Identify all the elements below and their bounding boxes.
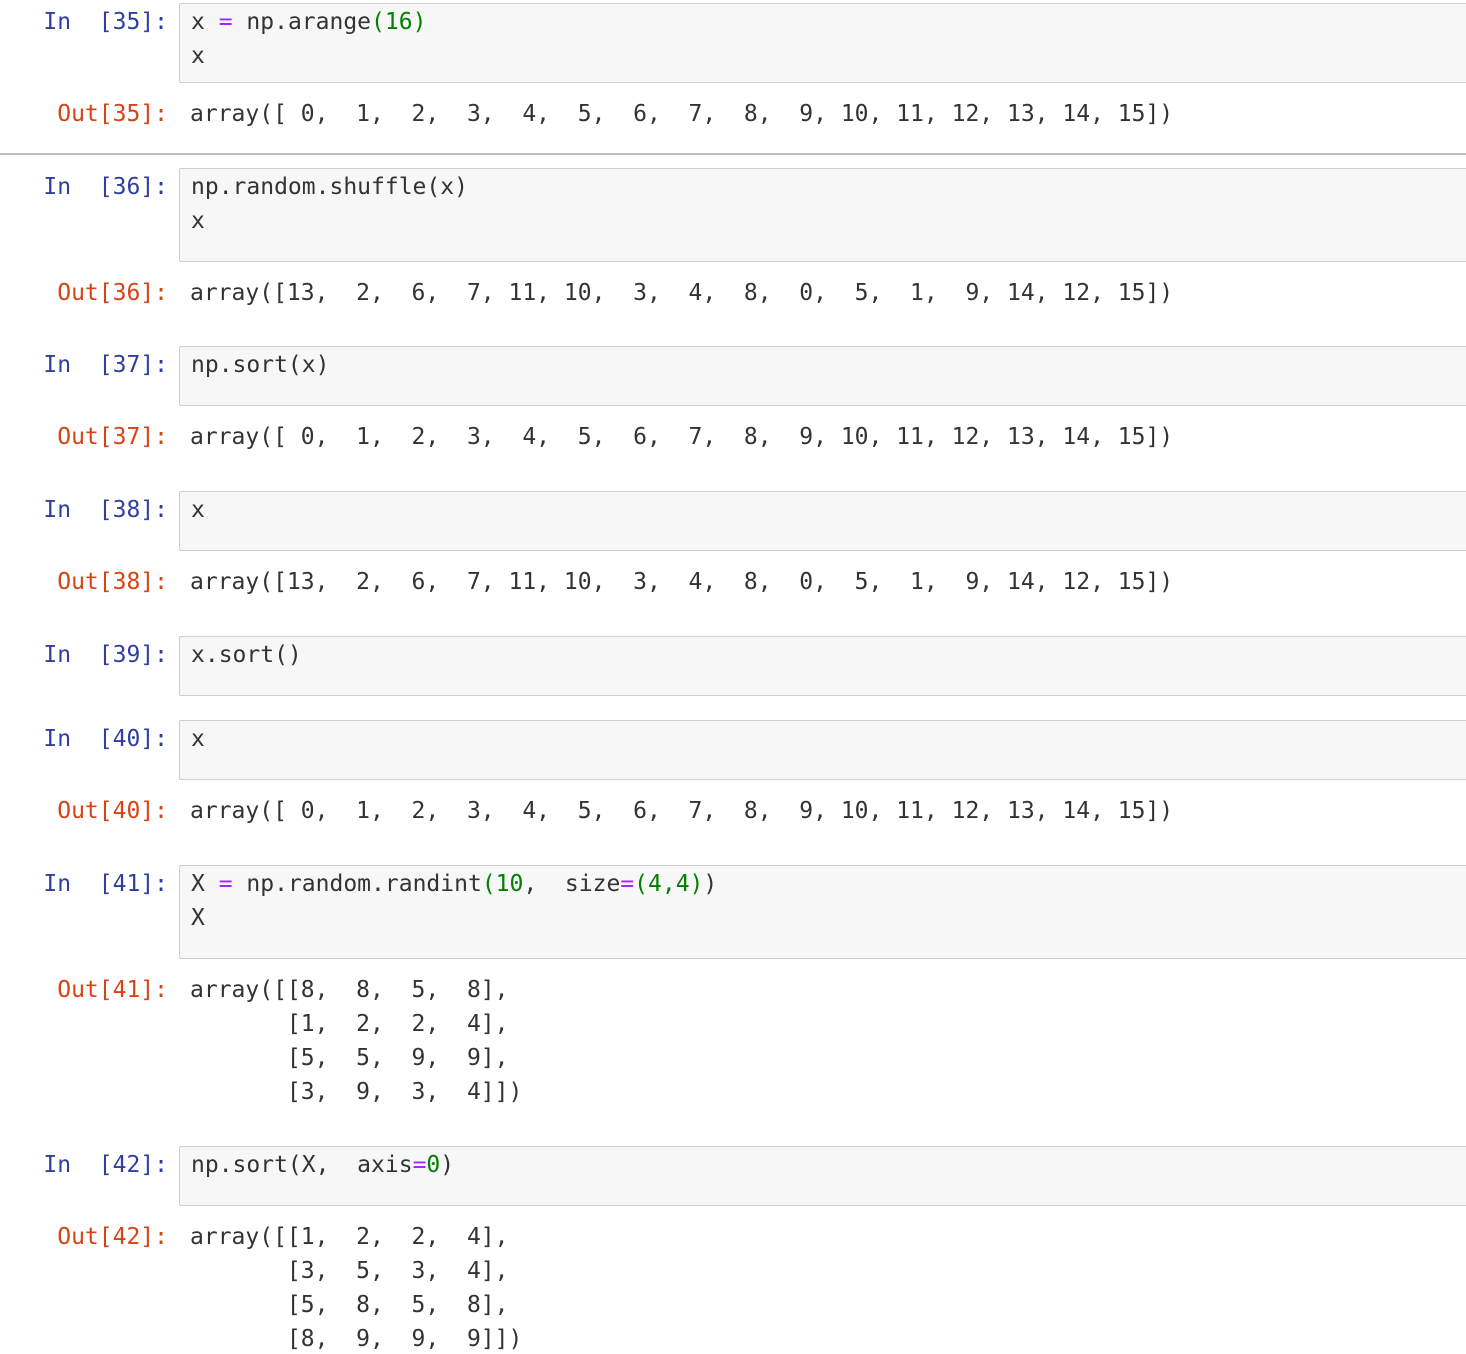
cell-output: array([ 0, 1, 2, 3, 4, 5, 6, 7, 8, 9, 10… (190, 424, 1174, 450)
in-prompt: In [38]: (43, 497, 168, 523)
code-input-area[interactable] (179, 346, 1466, 406)
code-input-area[interactable] (179, 720, 1466, 780)
code-text[interactable]: X = np.random.randint(10, size=(4,4)) X (191, 867, 717, 935)
code-token: x (191, 726, 205, 752)
out-prompt: Out[38]: (57, 569, 168, 595)
code-token: x (191, 497, 205, 523)
code-token: np.random.randint (232, 871, 482, 897)
in-prompt: In [42]: (43, 1152, 168, 1178)
cell-output: array([[8, 8, 5, 8], [1, 2, 2, 4], [5, 5… (190, 977, 523, 1105)
out-prompt: Out[35]: (57, 101, 168, 127)
out-prompt: Out[40]: (57, 798, 168, 824)
code-token: x (191, 208, 205, 234)
in-prompt: In [36]: (43, 174, 168, 200)
code-token: ) (703, 871, 718, 897)
out-prompt: Out[36]: (57, 280, 168, 306)
code-text[interactable]: np.random.shuffle(x) x (191, 170, 468, 238)
in-prompt: In [41]: (43, 871, 168, 897)
code-text[interactable]: x (191, 722, 205, 756)
code-line: x = np.arange(16) (191, 5, 426, 39)
code-token: np.sort(X, axis (191, 1152, 413, 1178)
out-prompt: Out[42]: (57, 1224, 168, 1250)
cell-divider (0, 153, 1466, 155)
code-literal: (16) (371, 9, 427, 35)
code-token: np.random.shuffle(x) (191, 174, 468, 200)
cell-output: array([ 0, 1, 2, 3, 4, 5, 6, 7, 8, 9, 10… (190, 798, 1174, 824)
cell-output: array([13, 2, 6, 7, 11, 10, 3, 4, 8, 0, … (190, 280, 1174, 306)
in-prompt: In [35]: (43, 9, 168, 35)
code-token: np.sort(x) (191, 352, 330, 378)
code-token: np.arange (232, 9, 372, 35)
in-prompt: In [40]: (43, 726, 168, 752)
code-operator: = (218, 871, 233, 897)
code-line: np.sort(x) (191, 348, 329, 382)
code-token: X (191, 871, 219, 897)
out-prompt: Out[37]: (57, 424, 168, 450)
code-text[interactable]: np.sort(x) (191, 348, 329, 382)
in-prompt: In [37]: (43, 352, 168, 378)
code-line: x (191, 204, 468, 238)
code-token: ) (440, 1152, 455, 1178)
code-line: np.sort(X, axis=0) (191, 1148, 454, 1182)
code-literal: (10 (481, 871, 524, 897)
cell-output: array([13, 2, 6, 7, 11, 10, 3, 4, 8, 0, … (190, 569, 1174, 595)
code-text[interactable]: np.sort(X, axis=0) (191, 1148, 454, 1182)
code-literal: 0 (426, 1152, 441, 1178)
code-line: np.random.shuffle(x) (191, 170, 468, 204)
code-text[interactable]: x (191, 493, 205, 527)
code-token: , size (523, 871, 621, 897)
code-operator: = (412, 1152, 427, 1178)
code-token: x.sort() (191, 642, 302, 668)
code-text[interactable]: x.sort() (191, 638, 302, 672)
code-line: x (191, 39, 426, 73)
code-literal: (4,4) (634, 871, 704, 897)
cell-output: array([ 0, 1, 2, 3, 4, 5, 6, 7, 8, 9, 10… (190, 101, 1174, 127)
code-line: x.sort() (191, 638, 302, 672)
code-text[interactable]: x = np.arange(16) x (191, 5, 426, 73)
code-operator: = (218, 9, 233, 35)
code-input-area[interactable] (179, 636, 1466, 696)
code-line: X = np.random.randint(10, size=(4,4)) (191, 867, 717, 901)
code-line: x (191, 722, 205, 756)
in-prompt: In [39]: (43, 642, 168, 668)
code-input-area[interactable] (179, 491, 1466, 551)
code-token: x (191, 9, 219, 35)
code-token: X (191, 905, 205, 931)
cell-output: array([[1, 2, 2, 4], [3, 5, 3, 4], [5, 8… (190, 1224, 523, 1352)
code-line: x (191, 493, 205, 527)
out-prompt: Out[41]: (57, 977, 168, 1003)
code-operator: = (620, 871, 635, 897)
code-line: X (191, 901, 717, 935)
code-token: x (191, 43, 205, 69)
